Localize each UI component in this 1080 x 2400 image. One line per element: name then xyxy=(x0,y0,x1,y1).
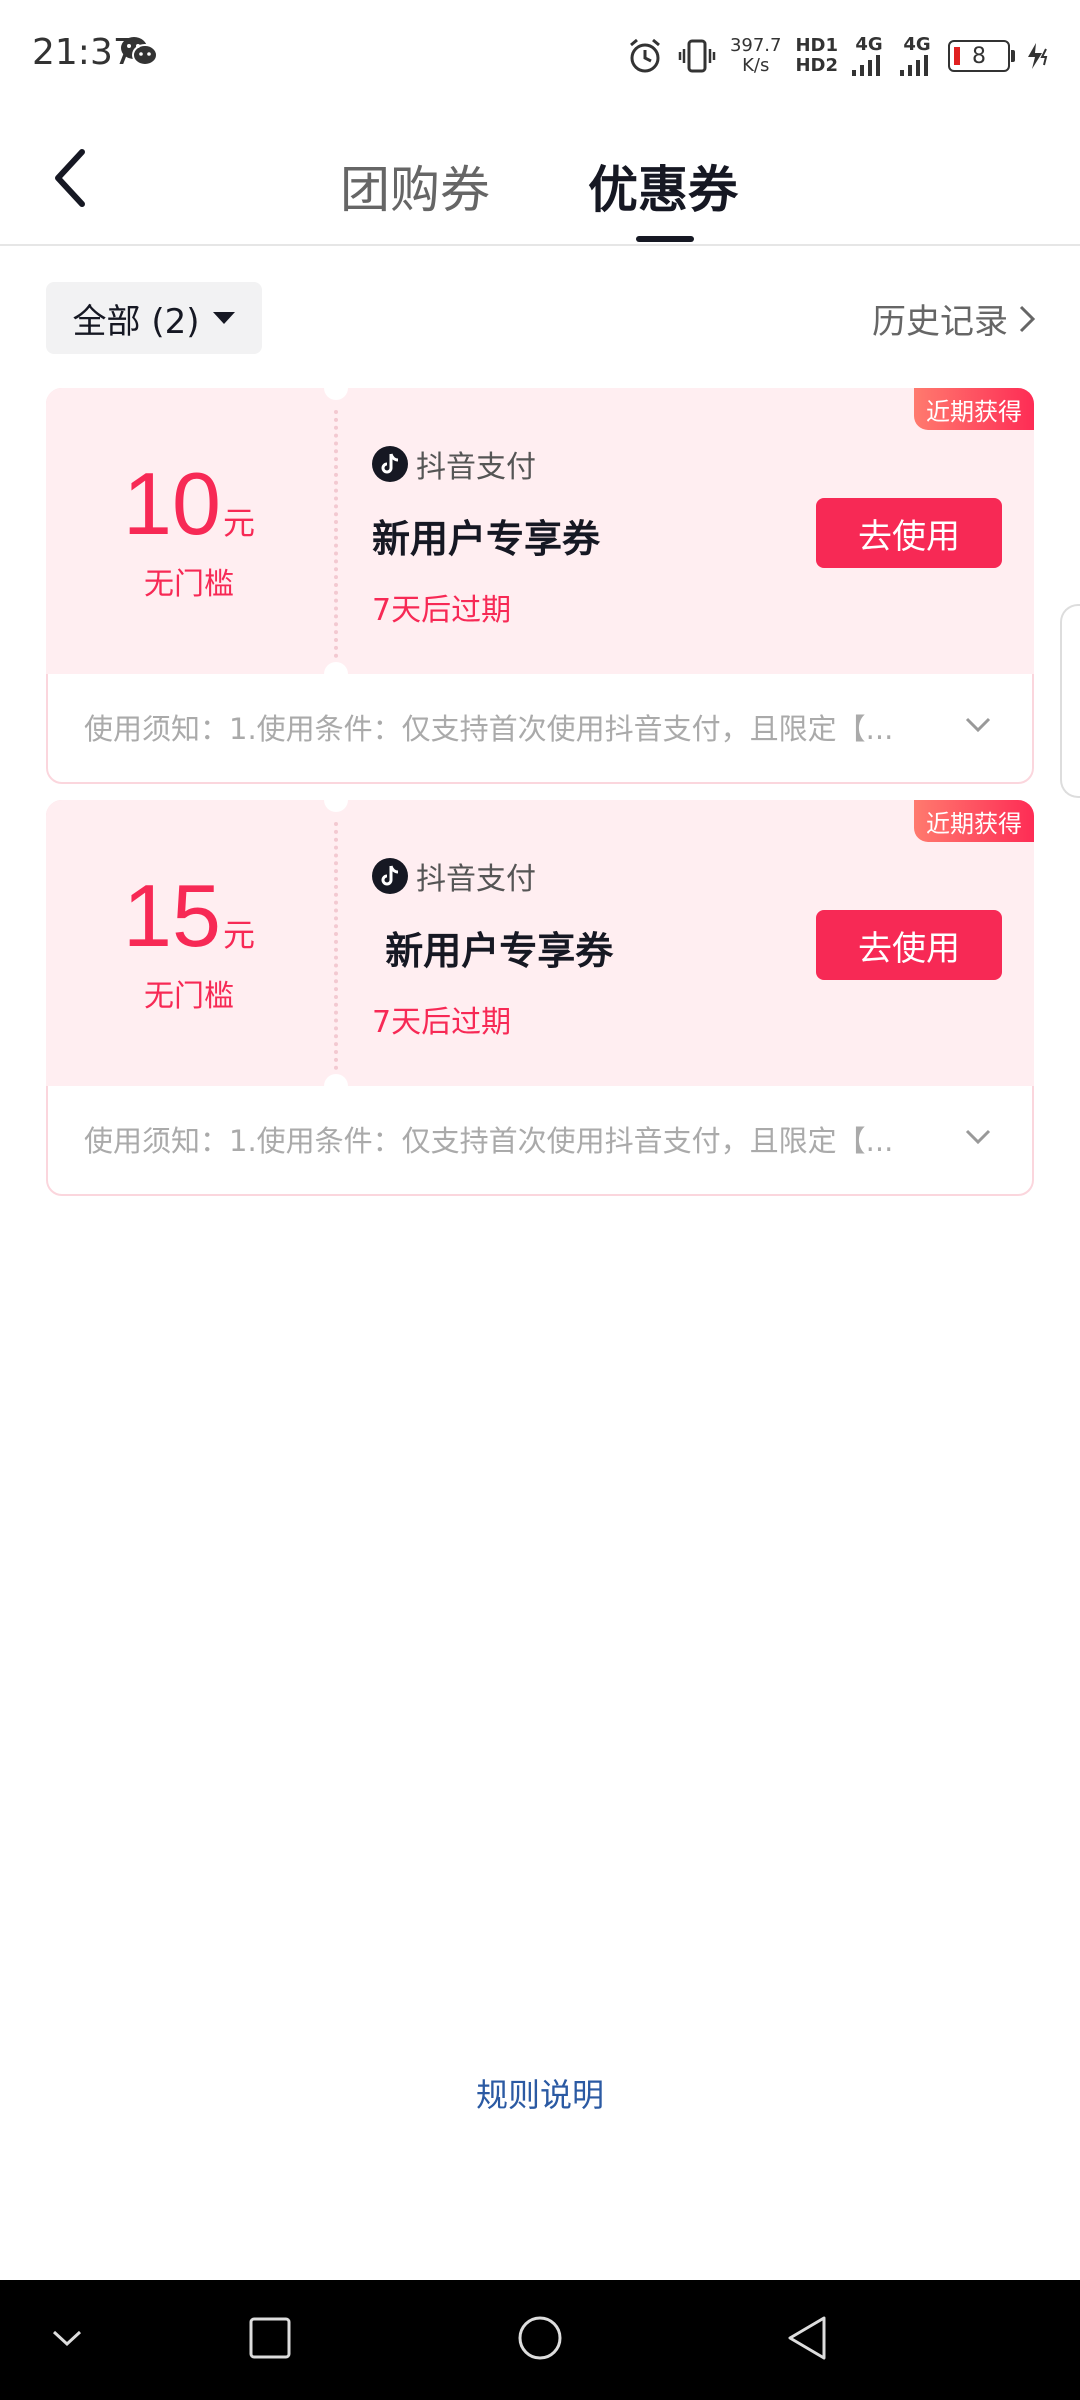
signal-bars-icon xyxy=(852,55,880,76)
coupon-notice-text: 使用须知：1.使用条件：仅支持首次使用抖音支付，且限定【... xyxy=(84,712,894,746)
coupon-threshold: 无门槛 xyxy=(144,567,234,602)
system-nav-bar xyxy=(0,2280,1080,2400)
signal-2: 4G xyxy=(900,36,934,76)
nav-recents-icon[interactable] xyxy=(248,2316,292,2360)
hd1-label: HD1 xyxy=(795,35,838,56)
nav-collapse-icon[interactable] xyxy=(50,2326,84,2350)
caret-down-icon xyxy=(213,312,236,324)
history-label: 历史记录 xyxy=(872,302,1008,342)
coupon-brand: 抖音支付 xyxy=(416,450,536,485)
coupon-divider xyxy=(334,822,338,1070)
coupon-unit: 元 xyxy=(222,504,255,542)
tab-active-indicator xyxy=(636,236,694,242)
coupon-notice[interactable]: 使用须知：1.使用条件：仅支持首次使用抖音支付，且限定【... xyxy=(46,1086,1034,1192)
signal-bars-icon xyxy=(900,55,928,76)
alarm-icon xyxy=(629,38,660,73)
coupon-expiry: 7天后过期 xyxy=(372,1005,512,1040)
side-drawer-handle[interactable] xyxy=(1060,604,1080,798)
use-coupon-button[interactable]: 去使用 xyxy=(816,910,1002,980)
status-icons: 397.7 K/s HD1 HD2 4G 4G 8 xyxy=(626,28,1052,84)
battery-icon: 8 xyxy=(948,40,1015,72)
coupon-unit: 元 xyxy=(222,916,255,954)
coupon-threshold: 无门槛 xyxy=(144,979,234,1014)
hd-indicator: HD1 HD2 xyxy=(795,36,838,76)
signal-2-label: 4G xyxy=(903,34,931,55)
nav-back-icon[interactable] xyxy=(784,2314,830,2362)
chevron-down-icon[interactable] xyxy=(964,1128,992,1146)
chevron-right-icon xyxy=(1019,305,1036,332)
coupon-info: 抖音支付 新用户专享券 7天后过期 xyxy=(372,442,600,629)
recent-badge: 近期获得 xyxy=(914,388,1034,430)
history-link[interactable]: 历史记录 xyxy=(872,294,1036,343)
coupon-notice[interactable]: 使用须知：1.使用条件：仅支持首次使用抖音支付，且限定【... xyxy=(46,674,1034,780)
coupon-divider xyxy=(334,410,338,658)
vibrate-icon xyxy=(678,39,716,73)
coupon-notice-text: 使用须知：1.使用条件：仅支持首次使用抖音支付，且限定【... xyxy=(84,1124,894,1158)
hd2-label: HD2 xyxy=(795,55,838,76)
coupon-info: 抖音支付 新用户专享券 7天后过期 xyxy=(372,854,613,1041)
coupon-amount: 15 xyxy=(123,866,221,965)
use-coupon-button[interactable]: 去使用 xyxy=(816,498,1002,568)
coupon-value: 10 元 无门槛 xyxy=(46,388,332,674)
net-speed-value: 397.7 xyxy=(729,35,782,56)
coupon-amount: 10 xyxy=(123,454,221,553)
tiktok-icon xyxy=(372,858,408,894)
tiktok-icon xyxy=(372,446,408,482)
charging-icon xyxy=(1028,43,1048,69)
coupon-card: 15 元 无门槛 抖音支付 新用户专享券 7天后过期 去使用 近期获得 使用须知… xyxy=(46,788,1034,1196)
header: 团购券 优惠券 xyxy=(0,110,1080,246)
coupon-card: 10 元 无门槛 抖音支付 新用户专享券 7天后过期 去使用 近期获得 使用须知… xyxy=(46,376,1034,784)
coupon-title: 新用户专享券 xyxy=(372,929,614,973)
nav-home-icon[interactable] xyxy=(516,2314,564,2362)
filter-label: 全部 (2) xyxy=(72,301,200,342)
rules-label[interactable]: 规则说明 xyxy=(476,2076,604,2114)
tab-groupon[interactable]: 团购券 xyxy=(340,150,490,222)
battery-level: 8 xyxy=(972,43,986,69)
rules-link[interactable]: 规则说明 xyxy=(0,2070,1080,2116)
coupon-title: 新用户专享券 xyxy=(372,517,601,561)
net-speed-unit: K/s xyxy=(742,55,770,76)
signal-1-label: 4G xyxy=(855,34,883,55)
coupon-value: 15 元 无门槛 xyxy=(46,800,332,1086)
chevron-down-icon[interactable] xyxy=(964,716,992,734)
coupon-expiry: 7天后过期 xyxy=(372,593,512,628)
tab-coupon[interactable]: 优惠券 xyxy=(588,150,738,222)
recent-badge: 近期获得 xyxy=(914,800,1034,842)
net-speed: 397.7 K/s xyxy=(730,36,782,76)
wechat-icon xyxy=(121,37,158,66)
filter-dropdown[interactable]: 全部 (2) xyxy=(46,282,262,354)
coupon-brand: 抖音支付 xyxy=(416,862,536,897)
status-bar: 21:37 397.7 K/s HD1 HD2 4G 4G 8 xyxy=(0,0,1080,110)
back-arrow-icon[interactable] xyxy=(48,146,96,210)
signal-1: 4G xyxy=(852,36,886,76)
